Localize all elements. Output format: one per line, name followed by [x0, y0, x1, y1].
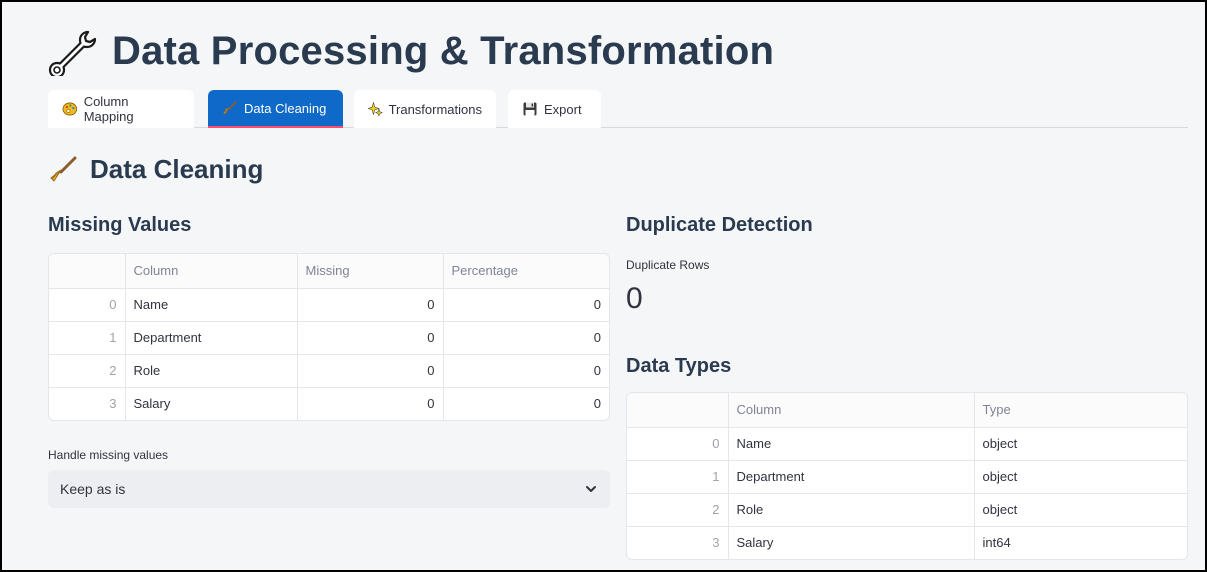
- cell-column[interactable]: Role: [728, 493, 975, 527]
- row-index: 3: [49, 387, 126, 420]
- index-header[interactable]: [49, 254, 126, 289]
- missing-values-table: Column Missing Percentage 0 Name 0 0 1 D…: [48, 253, 610, 421]
- cell-type[interactable]: object: [974, 493, 1187, 527]
- table-row: 2 Role 0 0: [49, 354, 609, 388]
- floppy-disk-icon: [523, 102, 537, 116]
- table-header-row: Column Type: [627, 393, 1187, 428]
- cell-percentage[interactable]: 0: [443, 321, 609, 355]
- data-types-table: Column Type 0 Name object 1 Department o…: [626, 392, 1188, 560]
- cell-type[interactable]: object: [974, 427, 1187, 461]
- type-header[interactable]: Type: [974, 393, 1187, 428]
- row-index: 2: [627, 493, 729, 527]
- row-index: 1: [49, 321, 126, 355]
- wrench-icon: [48, 30, 97, 76]
- row-index: 0: [627, 427, 729, 461]
- page-title-text: Data Processing & Transformation: [112, 28, 775, 73]
- palette-icon: [62, 102, 78, 116]
- cell-percentage[interactable]: 0: [443, 288, 609, 322]
- cell-type[interactable]: int64: [974, 526, 1187, 559]
- table-row: 3 Salary 0 0: [49, 387, 609, 420]
- index-header[interactable]: [627, 393, 729, 428]
- cell-column[interactable]: Department: [125, 321, 298, 355]
- duplicate-rows-value: 0: [626, 282, 643, 315]
- select-value: Keep as is: [60, 481, 126, 497]
- cell-column[interactable]: Salary: [125, 387, 298, 420]
- tab-data-cleaning[interactable]: Data Cleaning: [208, 90, 343, 128]
- row-index: 3: [627, 526, 729, 559]
- table-row: 1 Department 0 0: [49, 321, 609, 355]
- table-row: 2 Role object: [627, 493, 1187, 527]
- cell-percentage[interactable]: 0: [443, 354, 609, 388]
- table-row: 0 Name object: [627, 427, 1187, 461]
- table-row: 3 Salary int64: [627, 526, 1187, 559]
- cell-type[interactable]: object: [974, 460, 1187, 494]
- chevron-down-icon: [586, 486, 596, 492]
- cell-column[interactable]: Name: [125, 288, 298, 322]
- page-title: Data Processing & Transformation: [48, 26, 774, 76]
- tab-export[interactable]: Export: [508, 90, 601, 128]
- cell-missing[interactable]: 0: [297, 288, 444, 322]
- cell-missing[interactable]: 0: [297, 321, 444, 355]
- tab-label: Transformations: [388, 101, 482, 117]
- table-row: 0 Name 0 0: [49, 288, 609, 322]
- table-header-row: Column Missing Percentage: [49, 254, 609, 289]
- table-row: 1 Department object: [627, 460, 1187, 494]
- broom-icon: [223, 101, 237, 115]
- tab-transformations[interactable]: Transformations: [354, 90, 496, 128]
- broom-icon: [50, 156, 77, 182]
- section-title: Data Cleaning: [48, 154, 263, 185]
- row-index: 2: [49, 354, 126, 388]
- cell-missing[interactable]: 0: [297, 387, 444, 420]
- cell-percentage[interactable]: 0: [443, 387, 609, 420]
- row-index: 0: [49, 288, 126, 322]
- tab-label: Data Cleaning: [244, 100, 327, 116]
- data-types-heading: Data Types: [626, 355, 732, 377]
- column-header[interactable]: Column: [125, 254, 298, 289]
- cell-column[interactable]: Name: [728, 427, 975, 461]
- tab-label: Column Mapping: [83, 94, 134, 124]
- duplicate-rows-label: Duplicate Rows: [626, 258, 710, 272]
- row-index: 1: [627, 460, 729, 494]
- missing-header[interactable]: Missing: [297, 254, 444, 289]
- cell-column[interactable]: Salary: [728, 526, 975, 559]
- section-title-text: Data Cleaning: [90, 154, 264, 184]
- handle-missing-label: Handle missing values: [48, 448, 169, 462]
- duplicate-detection-heading: Duplicate Detection: [626, 214, 813, 236]
- column-header[interactable]: Column: [728, 393, 975, 428]
- tab-label: Export: [544, 101, 582, 117]
- cell-column[interactable]: Role: [125, 354, 298, 388]
- tab-bar: Column Mapping Data Cleaning Transformat…: [48, 90, 1188, 128]
- percentage-header[interactable]: Percentage: [443, 254, 609, 289]
- app-frame: Data Processing & Transformation Column …: [0, 0, 1207, 572]
- cell-column[interactable]: Department: [728, 460, 975, 494]
- missing-values-heading: Missing Values: [48, 214, 192, 236]
- cell-missing[interactable]: 0: [297, 354, 444, 388]
- handle-missing-select[interactable]: Keep as is: [48, 470, 610, 508]
- sparkles-icon: [368, 101, 383, 117]
- tab-column-mapping[interactable]: Column Mapping: [48, 90, 194, 128]
